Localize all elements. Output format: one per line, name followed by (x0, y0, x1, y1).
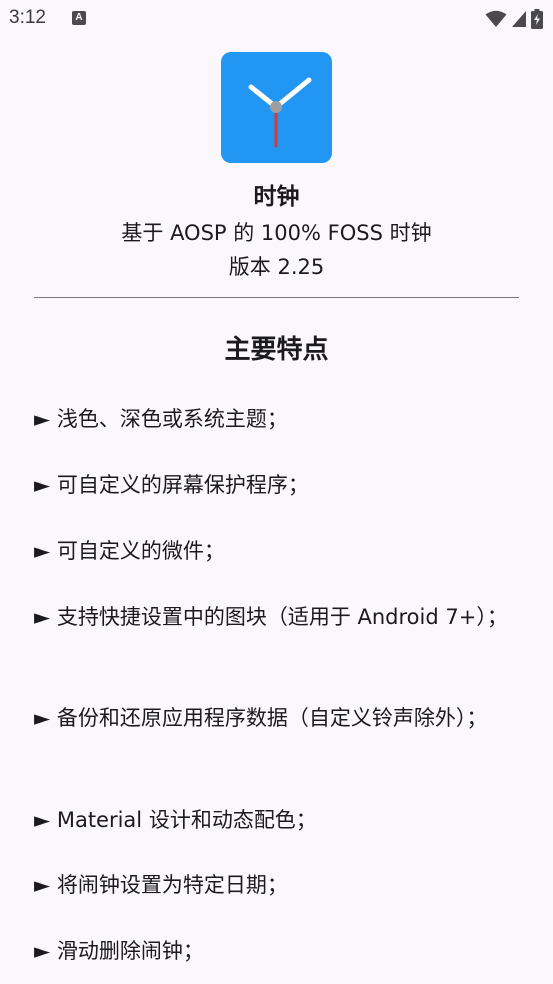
app-description: 基于 AOSP 的 100% FOSS 时钟 (121, 221, 432, 245)
feature-item: ► Material 设计和动态配色； (34, 808, 317, 832)
status-icons (485, 8, 543, 30)
app-icon (221, 52, 332, 163)
status-time: 3:12 (9, 7, 46, 28)
notification-a-icon: A (72, 11, 86, 25)
divider (34, 297, 519, 298)
feature-item: ► 浅色、深色或系统主题； (34, 407, 288, 431)
battery-charging-icon (531, 9, 543, 29)
feature-item: ► 可自定义的微件； (34, 539, 225, 563)
clock-icon (248, 77, 312, 148)
signal-icon (512, 11, 526, 27)
feature-item: ► 备份和还原应用程序数据（自定义铃声除外）； (34, 706, 488, 730)
feature-item: ► 将闹钟设置为特定日期； (34, 873, 288, 897)
feature-item: ► 可自定义的屏幕保护程序； (34, 473, 309, 497)
features-title: 主要特点 (224, 335, 329, 365)
feature-item: ► 支持快捷设置中的图块（适用于 Android 7+）； (34, 605, 508, 629)
wifi-icon (485, 10, 507, 27)
feature-item: ► 滑动删除闹钟； (34, 939, 204, 963)
app-name: 时钟 (253, 184, 300, 210)
status-bar: 3:12 A (0, 0, 553, 40)
app-version: 版本 2.25 (228, 255, 325, 279)
